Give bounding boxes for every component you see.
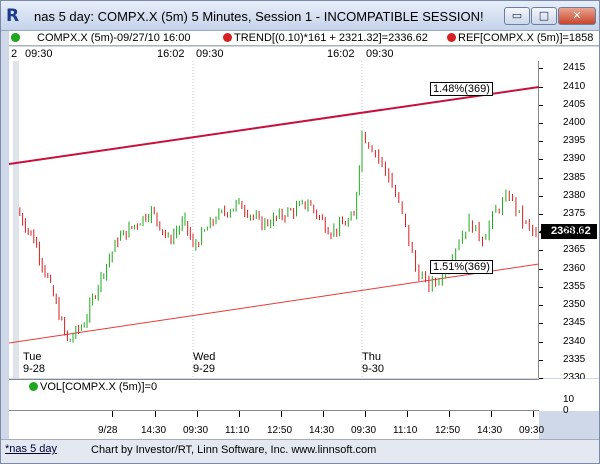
maximize-button[interactable]: □: [531, 7, 557, 25]
session-time-label: 16:02: [157, 48, 185, 60]
price-axis-tick-label: 2350: [563, 299, 586, 311]
session-time-label: 09:30: [196, 48, 224, 60]
title-bar[interactable]: R nas 5 day: COMPX.X (5m) 5 Minutes, Ses…: [1, 1, 599, 31]
time-axis-tick: [197, 411, 198, 417]
price-axis-tick: [539, 159, 543, 161]
lower-channel-label[interactable]: 1.51%(369): [430, 260, 493, 274]
lower-trend-line[interactable]: [9, 263, 539, 344]
price-axis-tick-label: 2345: [563, 317, 586, 329]
session-time-label: 16:02: [327, 48, 355, 60]
legend-trend-label[interactable]: TREND[(0.10)*161 + 2321.32]=2336.62: [234, 32, 428, 44]
price-axis-tick: [539, 341, 543, 343]
window-title: nas 5 day: COMPX.X (5m) 5 Minutes, Sessi…: [34, 9, 484, 24]
price-axis-tick: [539, 286, 543, 288]
time-axis-tick: [112, 411, 113, 417]
price-axis-tick-label: 2405: [563, 98, 586, 110]
session-time-label: 09:30: [366, 48, 394, 60]
price-axis-tick: [539, 141, 543, 143]
time-axis-label: 14:30: [141, 425, 167, 436]
session-time-label: 2: [11, 48, 18, 60]
price-axis-tick-label: 2370: [563, 226, 586, 238]
price-axis-tick-label: 2375: [563, 208, 586, 220]
price-axis-tick: [539, 250, 543, 252]
time-axis-tick: [281, 411, 282, 417]
time-axis-tick: [449, 411, 450, 417]
time-axis-label: 9/28: [98, 425, 118, 436]
day-label-tue: Tue 9-28: [23, 351, 46, 375]
volume-legend-bar: VOL[COMPX.X (5m)]=0: [9, 379, 599, 393]
price-axis-tick: [539, 232, 543, 234]
status-footer: *nas 5 day Chart by Investor/RT, Linn So…: [1, 439, 599, 463]
price-axis-tick-label: 2340: [563, 335, 586, 347]
price-axis-tick-label: 2355: [563, 280, 586, 292]
time-axis-label: 09:30: [519, 425, 545, 436]
price-axis-tick: [539, 86, 543, 88]
time-axis-tick: [407, 411, 408, 417]
time-axis-label: 12:50: [435, 425, 461, 436]
upper-trend-line[interactable]: [9, 86, 539, 165]
price-axis-tick: [539, 68, 543, 70]
price-axis-tick: [539, 359, 543, 361]
price-axis-tick: [539, 104, 543, 106]
time-axis-tick: [155, 411, 156, 417]
close-button[interactable]: ✕: [558, 7, 596, 25]
price-axis[interactable]: 2368.62 2415 2410 2405 2400 2395 2390 2385 2380…: [539, 61, 599, 383]
time-axis-label: 11:10: [393, 425, 418, 436]
price-axis-tick-label: 2410: [563, 80, 586, 92]
price-axis-tick-label: 2395: [563, 135, 586, 147]
time-axis-tick: [533, 411, 534, 417]
price-axis-tick: [539, 305, 543, 307]
time-axis-tick: [239, 411, 240, 417]
session-time-label: 09:30: [25, 48, 53, 60]
chart-credit: Chart by Investor/RT, Linn Software, Inc…: [91, 444, 377, 456]
time-axis-tick: [323, 411, 324, 417]
price-axis-tick: [539, 268, 543, 270]
volume-axis: 10 0: [539, 379, 599, 416]
green-dot-icon[interactable]: [11, 33, 20, 42]
volume-axis-bottom: 0: [563, 405, 569, 416]
price-axis-tick-label: 2400: [563, 116, 586, 128]
price-axis-tick-label: 2380: [563, 189, 586, 201]
price-axis-tick-label: 2415: [563, 62, 586, 74]
legend-ref-label[interactable]: REF[COMPX.X (5m)]=1858: [458, 32, 593, 44]
price-axis-tick: [539, 214, 543, 216]
time-axis[interactable]: 9/28 14:30 09:30 11:10 12:50 14:30 09:30 11:10 1…: [9, 411, 544, 439]
day-label-wed: Wed 9-29: [193, 351, 216, 375]
minimize-button[interactable]: ▭: [504, 7, 530, 25]
price-axis-tick-label: 2390: [563, 153, 586, 165]
price-chart-pane[interactable]: 1.48%(369) 1.51%(369) Tue 9-28 Wed 9-29 Th…: [9, 61, 539, 378]
time-axis-label: 09:30: [183, 425, 209, 436]
price-axis-tick: [539, 323, 543, 325]
volume-legend-label[interactable]: VOL[COMPX.X (5m)]=0: [40, 381, 157, 393]
time-axis-tick: [491, 411, 492, 417]
price-axis-tick-label: 2360: [563, 262, 586, 274]
time-axis-tick: [365, 411, 366, 417]
price-axis-tick-label: 2335: [563, 353, 586, 365]
time-axis-label: 12:50: [267, 425, 293, 436]
day-label-thu: Thu 9-30: [362, 351, 385, 375]
app-logo-icon[interactable]: R: [6, 6, 26, 26]
price-axis-tick: [539, 122, 543, 124]
time-axis-label: 14:30: [309, 425, 335, 436]
price-axis-tick: [539, 177, 543, 179]
price-axis-top: [539, 47, 599, 61]
time-axis-label: 14:30: [477, 425, 503, 436]
legend-price-label[interactable]: COMPX.X (5m)-09/27/10 16:00: [37, 32, 190, 44]
price-chart-svg: [9, 61, 539, 378]
price-legend-bar: COMPX.X (5m)-09/27/10 16:00 TREND[(0.10)…: [9, 31, 599, 46]
chart-window: R nas 5 day: COMPX.X (5m) 5 Minutes, Ses…: [0, 0, 600, 464]
price-axis-tick-label: 2365: [563, 244, 586, 256]
time-axis-label: 11:10: [225, 425, 250, 436]
session-time-bar: 2 09:30 16:02 09:30 16:02 09:30: [9, 47, 539, 61]
volume-axis-top: 10: [563, 394, 575, 405]
upper-channel-label[interactable]: 1.48%(369): [430, 82, 493, 96]
time-axis-label: 09:30: [351, 425, 377, 436]
chart-tab[interactable]: *nas 5 day: [5, 443, 57, 455]
price-axis-tick: [539, 195, 543, 197]
price-axis-tick-label: 2385: [563, 171, 586, 183]
volume-pane[interactable]: [9, 393, 539, 411]
green-dot-icon[interactable]: [29, 382, 38, 391]
